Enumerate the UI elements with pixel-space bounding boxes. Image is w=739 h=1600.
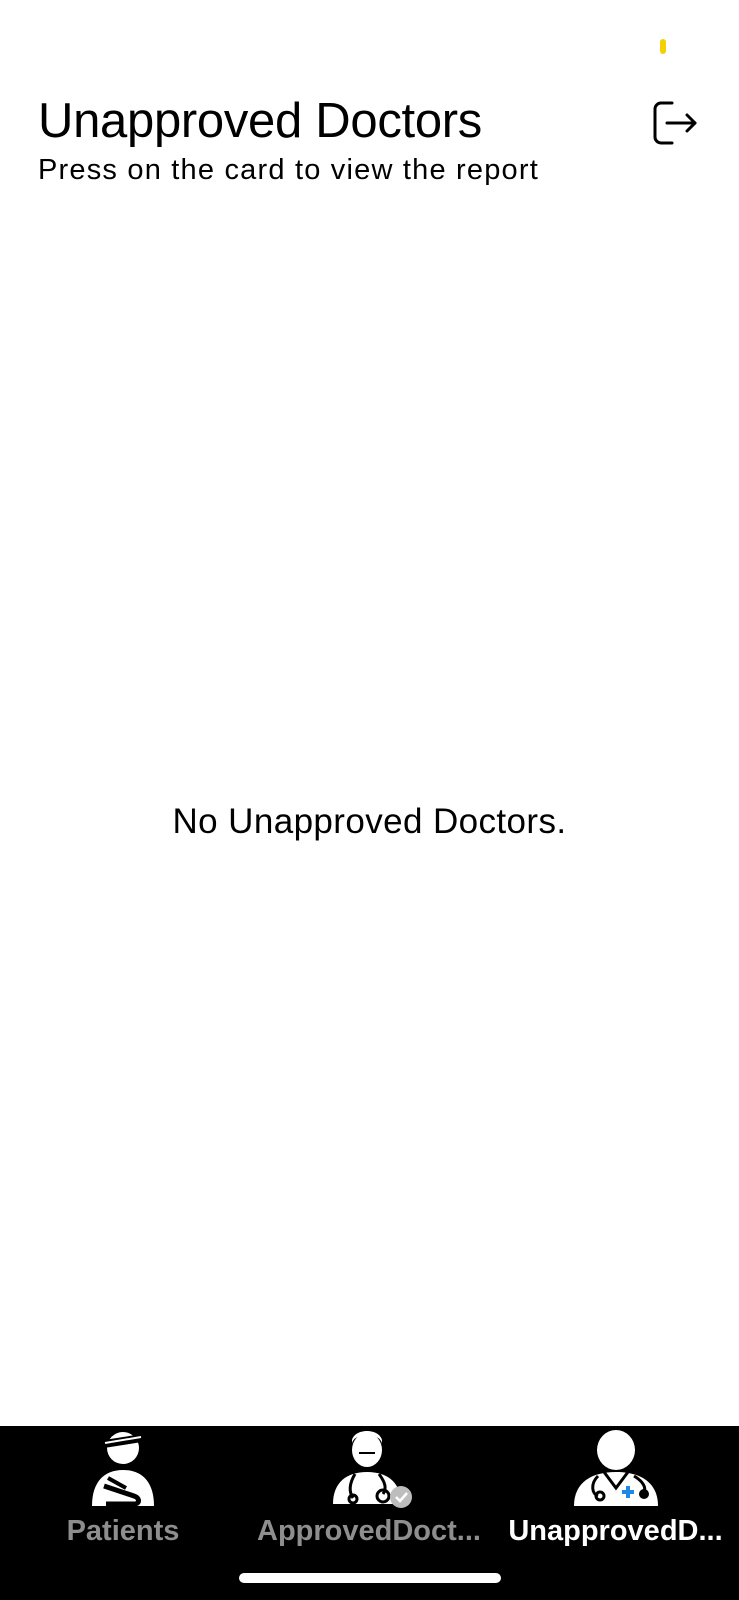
- tab-approved-doctors[interactable]: ApprovedDoct...: [246, 1426, 492, 1556]
- bottom-tab-bar: Patients ApprovedDoct... UnapprovedD...: [0, 1426, 739, 1600]
- logout-button[interactable]: [648, 96, 702, 150]
- empty-state-message: No Unapproved Doctors.: [172, 802, 567, 841]
- page-subtitle: Press on the card to view the report: [38, 154, 539, 186]
- unapproved-doctor-icon: [568, 1426, 664, 1510]
- tab-unapproved-doctors[interactable]: UnapprovedD...: [492, 1426, 739, 1556]
- home-indicator[interactable]: [239, 1573, 501, 1583]
- page-header: Unapproved Doctors Press on the card to …: [38, 92, 638, 188]
- page-title: Unapproved Doctors: [38, 94, 482, 148]
- tab-patients[interactable]: Patients: [0, 1426, 246, 1556]
- patient-icon: [78, 1426, 168, 1510]
- logout-icon: [653, 101, 697, 145]
- approved-doctor-icon: [321, 1426, 417, 1510]
- tab-label-approved-doctors: ApprovedDoct...: [257, 1515, 481, 1547]
- tab-label-unapproved-doctors: UnapprovedD...: [508, 1515, 723, 1547]
- status-indicator: [660, 39, 666, 54]
- tab-label-patients: Patients: [66, 1515, 180, 1547]
